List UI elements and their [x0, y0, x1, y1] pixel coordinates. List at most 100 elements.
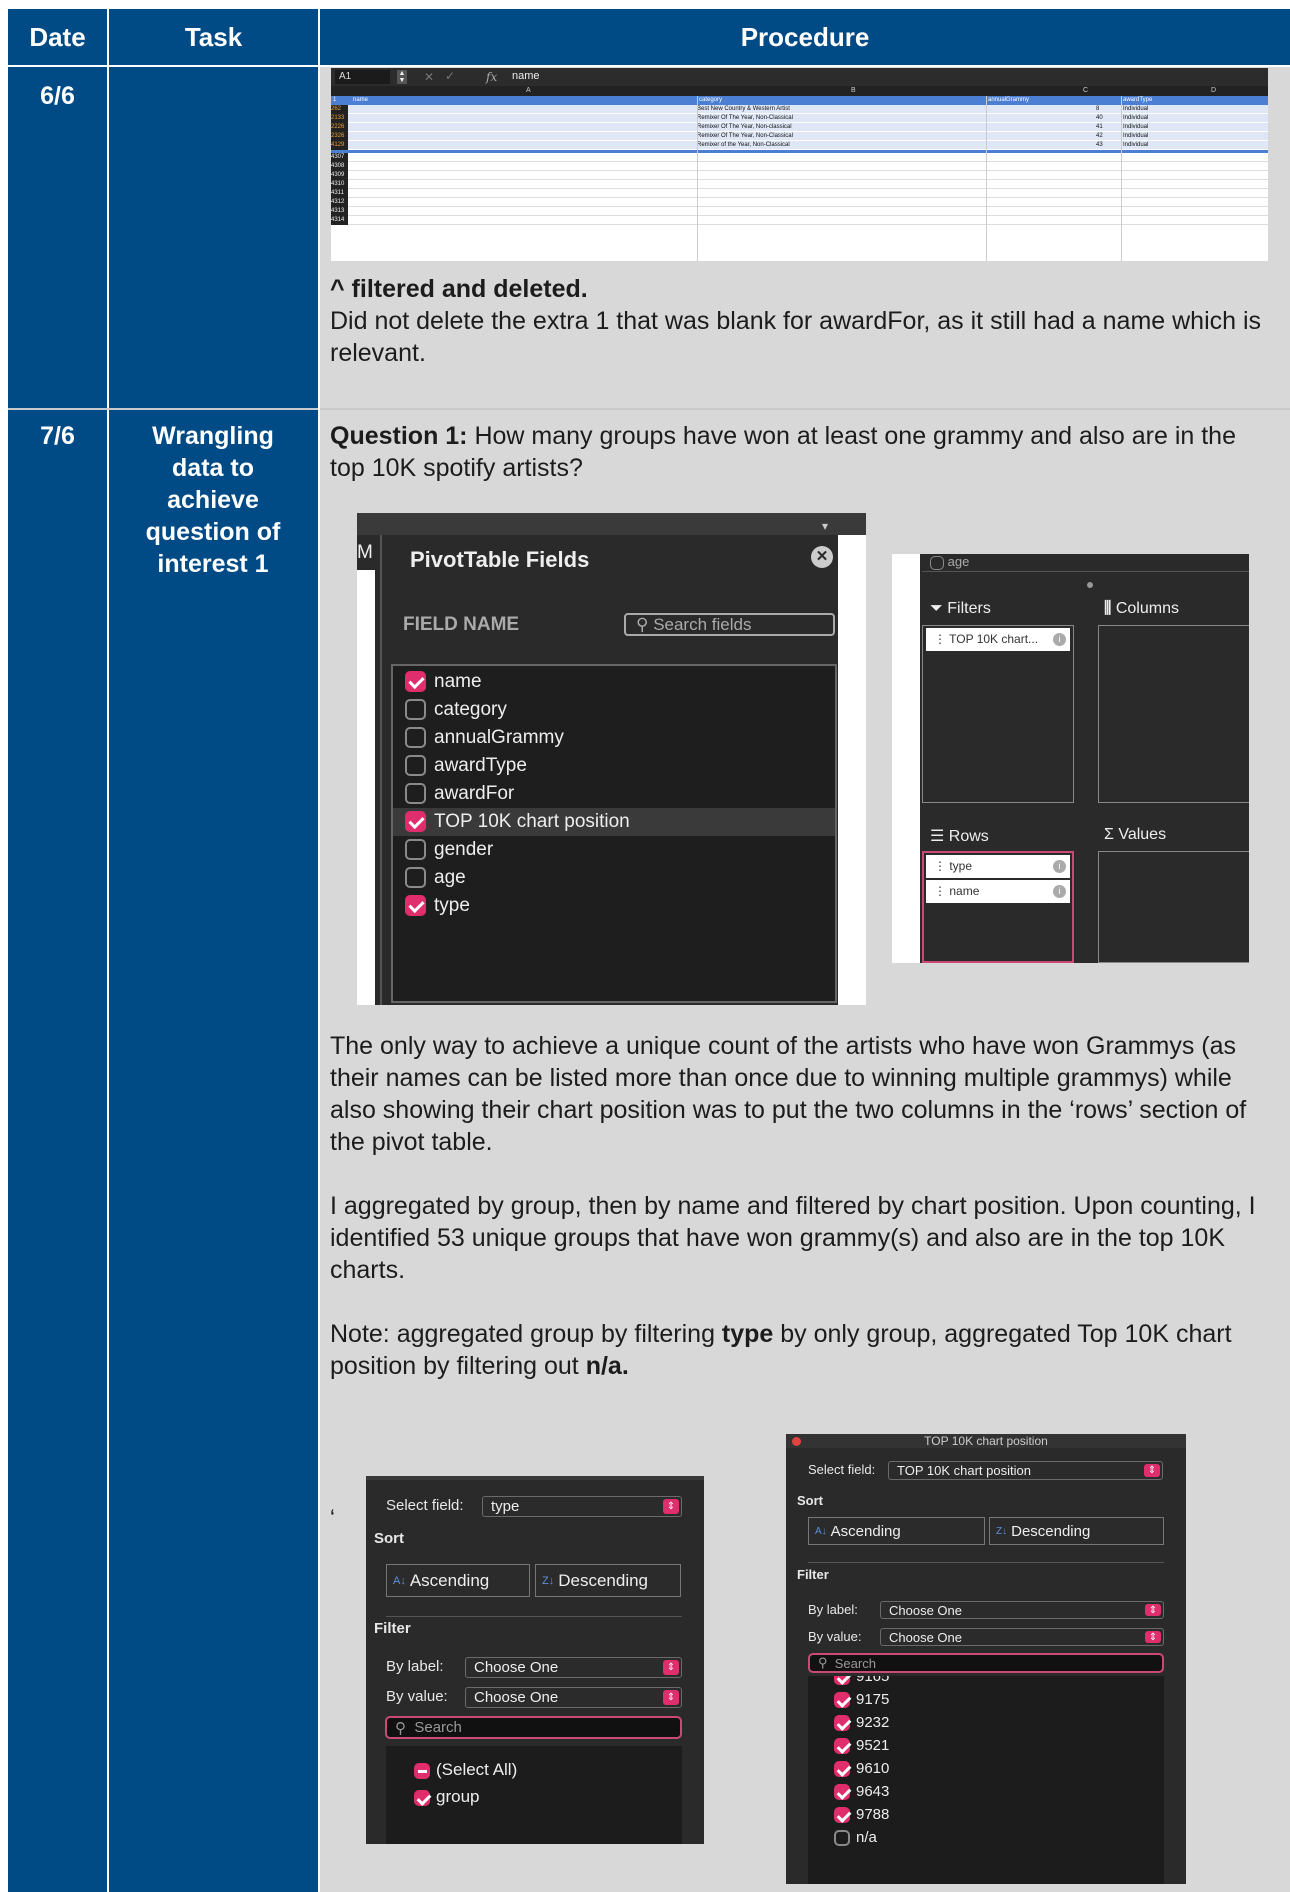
checkbox-checked-icon[interactable] [405, 671, 426, 693]
field-item[interactable]: name [393, 668, 835, 696]
sheet-row[interactable]: 4129 Remixer of the Year, Non-Classical 43… [331, 141, 1268, 150]
sort-az-icon: A↓ [393, 1574, 406, 1587]
sort-za-icon: Z↓ [996, 1525, 1008, 1537]
select-field-label: Select field: [808, 1462, 876, 1477]
checkbox-icon[interactable] [405, 755, 426, 777]
row1-date: 6/6 [40, 82, 75, 110]
cell-stepper-icon[interactable]: ▲ ▼ [397, 70, 407, 84]
filter-list-item[interactable]: (Select All) [414, 1756, 517, 1783]
field-name-label: FIELD NAME [403, 614, 520, 635]
sheet-row[interactable]: 4311 [331, 189, 1268, 198]
chevron-updown-icon: ⇕ [1145, 1631, 1161, 1643]
by-value-dropdown[interactable]: Choose One ⇕ [880, 1628, 1164, 1646]
sheet-row[interactable]: 4313 [331, 207, 1268, 216]
spreadsheet: A1 ▲ ▼ ✕ ✓ fx name A B C D 1 name categor… [331, 68, 1268, 261]
info-icon[interactable]: i [1053, 633, 1066, 646]
checkbox-checked-icon[interactable] [405, 811, 426, 833]
cancel-icon[interactable]: ✕ [424, 70, 434, 84]
checkbox-checked-icon[interactable] [834, 1692, 850, 1709]
field-item[interactable]: awardFor [393, 780, 835, 808]
field-item[interactable]: gender [393, 836, 835, 864]
checkbox-checked-icon[interactable] [414, 1789, 430, 1806]
sheet-row[interactable]: 2226 Remixer Of The Year, Non-classical 41… [331, 123, 1268, 132]
field-label: name [434, 671, 482, 692]
checkbox-checked-icon[interactable] [834, 1715, 850, 1732]
checkbox-icon[interactable] [405, 783, 426, 805]
filter-list-item[interactable]: 9521 [834, 1734, 889, 1757]
columns-area[interactable] [1098, 625, 1249, 803]
search-input[interactable]: ⚲ Search [385, 1716, 682, 1739]
field-item[interactable]: awardType [393, 752, 835, 780]
filter-list-item[interactable]: 9232 [834, 1711, 889, 1734]
checkbox-checked-icon[interactable] [834, 1676, 850, 1686]
select-field-dropdown[interactable]: TOP 10K chart position ⇕ [888, 1461, 1163, 1480]
sheet-row[interactable]: 2326 Remixer Of The Year, Non-Classical 42… [331, 132, 1268, 141]
descending-button[interactable]: Z↓ Descending [989, 1517, 1164, 1545]
sheet-row[interactable]: 4309 [331, 171, 1268, 180]
fx-icon: fx [486, 70, 498, 84]
select-field-dropdown[interactable]: type ⇕ [482, 1496, 682, 1517]
filter-list-item[interactable]: 9610 [834, 1757, 889, 1780]
field-item[interactable]: TOP 10K chart position [393, 808, 835, 836]
field-item[interactable]: category [393, 696, 835, 724]
field-item[interactable]: age [393, 864, 835, 892]
checkbox-icon[interactable] [834, 1830, 850, 1847]
sheet-row[interactable]: 4312 [331, 198, 1268, 207]
filter-list-item[interactable]: 9788 [834, 1803, 889, 1826]
sort-za-icon: Z↓ [542, 1574, 555, 1587]
filters-area[interactable] [922, 625, 1074, 803]
sheet-row[interactable]: 262 Best New Country & Western Artist 8 Ind… [331, 105, 1268, 114]
by-value-dropdown[interactable]: Choose One ⇕ [465, 1687, 682, 1708]
row-chip-name[interactable]: ⋮ name i [926, 880, 1070, 903]
by-value-label: By value: [386, 1688, 448, 1705]
filter-list-item[interactable]: 9175 [834, 1688, 889, 1711]
filter-chip[interactable]: ⋮ TOP 10K chart... i [926, 628, 1070, 651]
checkbox-icon[interactable] [405, 699, 426, 721]
values-area[interactable] [1098, 851, 1249, 963]
search-fields-input[interactable]: ⚲ Search fields [624, 613, 835, 636]
ascending-button[interactable]: A↓ Ascending [386, 1564, 530, 1597]
by-label-dropdown[interactable]: Choose One ⇕ [465, 1657, 682, 1678]
search-input[interactable]: ⚲ Search [808, 1653, 1164, 1673]
cell-ref[interactable]: A1 [335, 70, 390, 84]
checkbox-checked-icon[interactable] [834, 1784, 850, 1801]
chevron-updown-icon: ⇕ [1144, 1464, 1160, 1477]
checkbox-icon[interactable] [405, 727, 426, 749]
row-chip-type[interactable]: ⋮ type i [926, 855, 1070, 878]
sort-label: Sort [374, 1530, 404, 1547]
field-item[interactable]: type [393, 892, 835, 920]
sheet-row[interactable]: 4308 [331, 162, 1268, 171]
confirm-icon[interactable]: ✓ [445, 69, 455, 83]
descending-button[interactable]: Z↓ Descending [535, 1564, 681, 1597]
ascending-button[interactable]: A↓ Ascending [808, 1517, 985, 1545]
checkbox-checked-icon[interactable] [834, 1761, 850, 1778]
filter-list-item[interactable]: 9643 [834, 1780, 889, 1803]
info-icon[interactable]: i [1053, 860, 1066, 873]
info-icon[interactable]: i [1053, 885, 1066, 898]
field-item[interactable]: annualGrammy [393, 724, 835, 752]
checkbox-mixed-icon[interactable] [414, 1762, 430, 1779]
sheet-row[interactable]: 4314 [331, 216, 1268, 225]
formula-input[interactable]: name [512, 70, 540, 82]
close-dot-icon[interactable] [792, 1437, 801, 1446]
chevron-updown-icon: ⇕ [663, 1690, 679, 1705]
checkbox-icon[interactable] [405, 867, 426, 889]
filter-list-item[interactable]: group [414, 1783, 479, 1810]
sheet-row[interactable]: 4307 [331, 153, 1268, 162]
checkbox-checked-icon[interactable] [834, 1738, 850, 1755]
row1-caption: Did not delete the extra 1 that was blan… [330, 307, 1262, 367]
filter-list-item[interactable]: n/a [834, 1826, 877, 1849]
row2-task: Wrangling data to achieve question of in… [145, 422, 281, 578]
checkbox-checked-icon[interactable] [834, 1807, 850, 1824]
checkbox-checked-icon[interactable] [405, 895, 426, 917]
rows-icon: ☰ [930, 828, 945, 845]
pivot-areas-panel: age ⏷ Filters ⫼ Columns ⋮ TOP 10K chart.… [892, 554, 1249, 963]
sheet-row[interactable]: 4310 [331, 180, 1268, 189]
sheet-row[interactable]: 2133 Remixer Of The Year, Non-Classical 40… [331, 114, 1268, 123]
filter-list-item[interactable]: 9165 [834, 1676, 889, 1688]
dialog-titlebar: TOP 10K chart position [786, 1434, 1186, 1448]
by-label-dropdown[interactable]: Choose One ⇕ [880, 1601, 1164, 1619]
close-icon[interactable]: ✕ [811, 546, 833, 568]
field-label: awardType [434, 755, 527, 776]
checkbox-icon[interactable] [405, 839, 426, 861]
